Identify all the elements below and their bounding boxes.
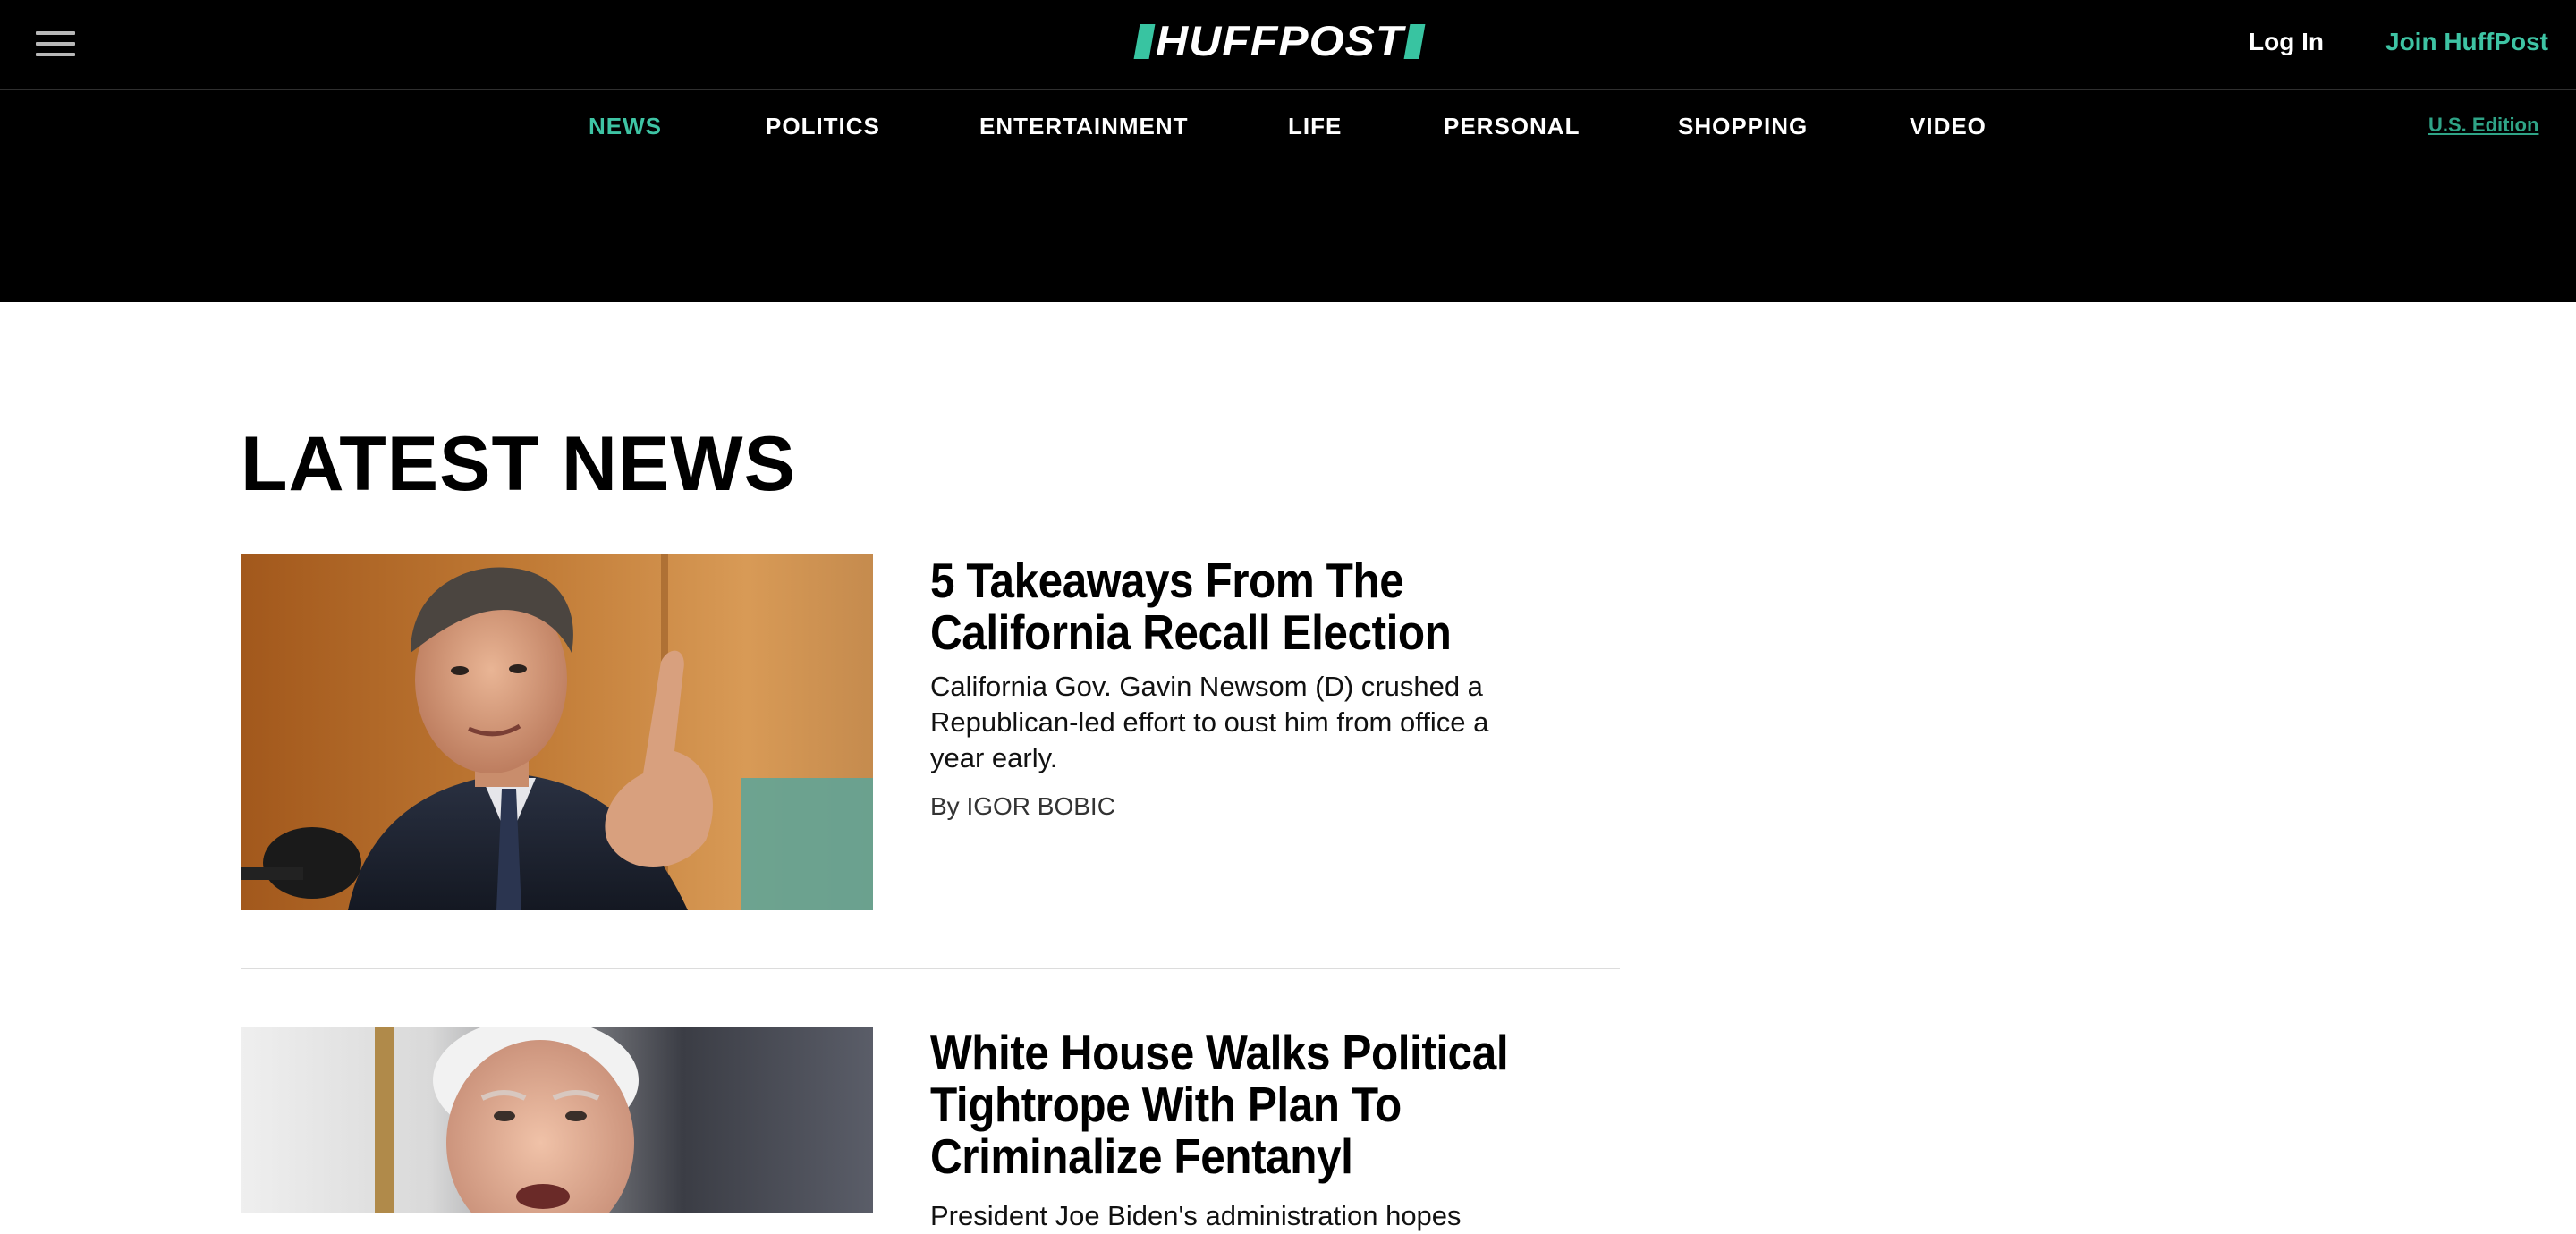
article-headline[interactable]: White House Walks Political Tightrope Wi… xyxy=(930,1027,1510,1182)
logo-accent-left xyxy=(1133,23,1156,59)
article-summary: California Gov. Gavin Newsom (D) crushed… xyxy=(930,671,1489,773)
article-byline[interactable]: By IGOR BOBIC xyxy=(930,792,1115,821)
nav-item-shopping[interactable]: SHOPPING xyxy=(1678,113,1808,140)
article-card: 5 Takeaways From The California Recall E… xyxy=(241,554,1618,912)
article-summary: President Joe Biden's administration hop… xyxy=(930,1200,1462,1231)
article-thumbnail[interactable] xyxy=(241,1027,873,1213)
article-headline[interactable]: 5 Takeaways From The California Recall E… xyxy=(930,554,1510,658)
top-header: HUFFPOST Log In Join HuffPost NEWS POLIT… xyxy=(0,0,2576,302)
section-title: LATEST NEWS xyxy=(241,421,796,507)
logo-text: HUFFPOST xyxy=(1156,17,1404,65)
main-nav: NEWS POLITICS ENTERTAINMENT LIFE PERSONA… xyxy=(0,113,2576,145)
article-divider xyxy=(241,968,1620,969)
nav-item-personal[interactable]: PERSONAL xyxy=(1444,113,1580,140)
article-thumbnail[interactable] xyxy=(241,554,873,910)
nav-item-news[interactable]: NEWS xyxy=(589,113,662,140)
nav-item-life[interactable]: LIFE xyxy=(1288,113,1342,140)
join-link[interactable]: Join HuffPost xyxy=(2385,28,2548,56)
nav-item-entertainment[interactable]: ENTERTAINMENT xyxy=(979,113,1189,140)
header-divider xyxy=(0,89,2576,90)
nav-item-politics[interactable]: POLITICS xyxy=(766,113,880,140)
edition-link[interactable]: U.S. Edition xyxy=(2428,114,2538,137)
nav-item-video[interactable]: VIDEO xyxy=(1910,113,1987,140)
article-card: White House Walks Political Tightrope Wi… xyxy=(241,1027,1618,1231)
menu-icon[interactable] xyxy=(34,28,79,60)
logo-accent-right xyxy=(1403,23,1426,59)
huffpost-logo[interactable]: HUFFPOST xyxy=(1133,20,1426,63)
login-link[interactable]: Log In xyxy=(2249,28,2324,56)
